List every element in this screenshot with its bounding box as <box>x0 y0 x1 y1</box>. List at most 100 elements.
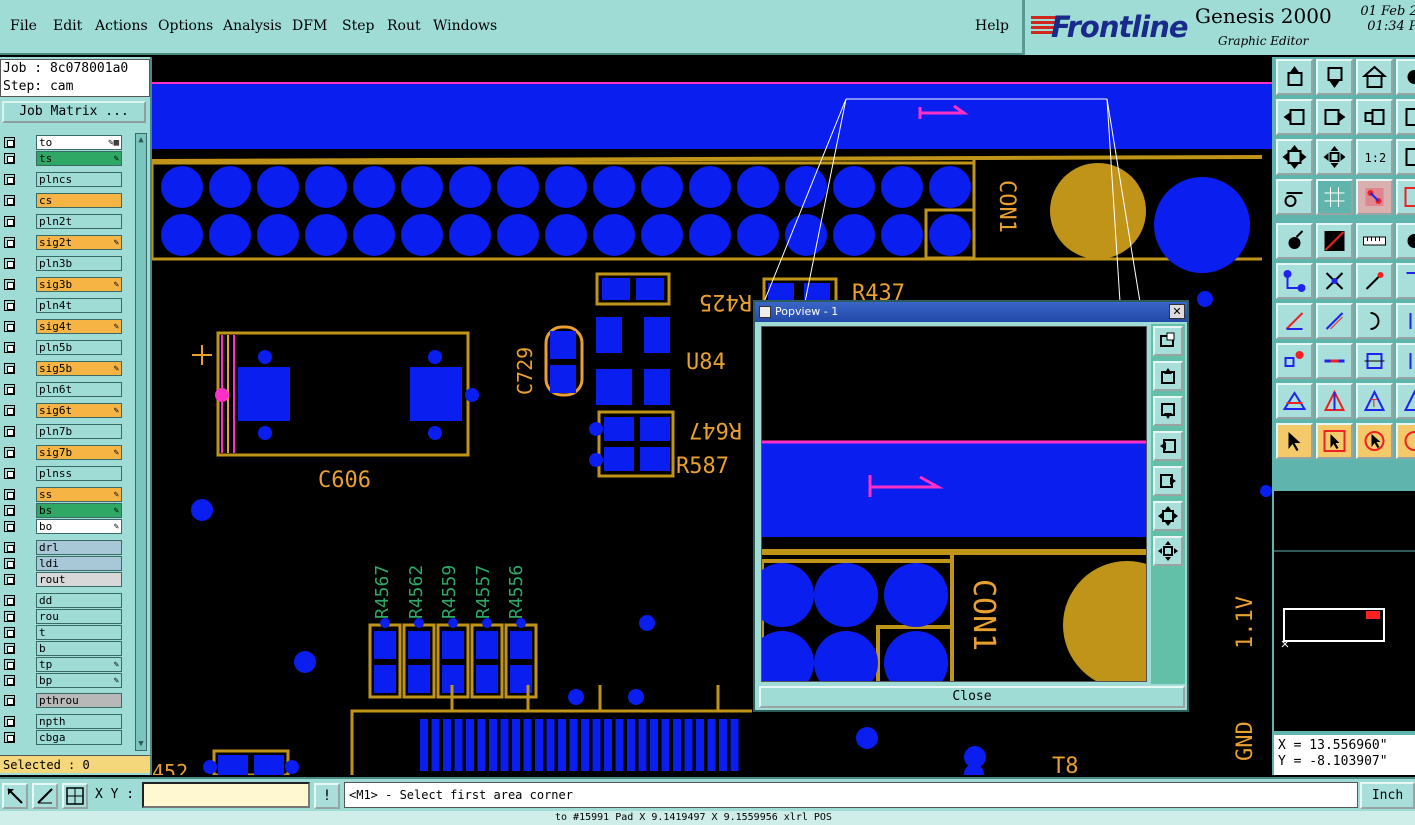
layer-name[interactable]: drl <box>36 540 122 555</box>
close-icon[interactable]: ✕ <box>1169 304 1185 319</box>
layer-name[interactable]: pln4t <box>36 298 122 313</box>
zoom-out-icon[interactable] <box>1153 536 1183 566</box>
layer-checkbox[interactable] <box>4 659 15 670</box>
tool-pointer-icon[interactable] <box>1276 423 1313 459</box>
popview-window[interactable]: Popview - 1 ✕ CON1 Close <box>753 300 1189 712</box>
layer-row[interactable]: ldi <box>2 556 122 571</box>
tool-tool-icon[interactable] <box>1396 383 1415 419</box>
layer-row[interactable]: npth <box>2 714 122 729</box>
layer-checkbox[interactable] <box>4 489 15 500</box>
layer-name[interactable]: t <box>36 625 122 640</box>
layer-name[interactable]: pln3b <box>36 256 122 271</box>
layer-checkbox[interactable] <box>4 363 15 374</box>
layer-row[interactable]: rou <box>2 609 122 624</box>
layer-checkbox[interactable] <box>4 542 15 553</box>
layer-row[interactable]: cs <box>2 193 122 208</box>
layer-name[interactable]: plncs <box>36 172 122 187</box>
layer-row[interactable]: bs ✎ <box>2 503 122 518</box>
tool-pad-icon[interactable] <box>1276 343 1313 379</box>
layer-row[interactable]: rout <box>2 572 122 587</box>
tool-measure-icon[interactable] <box>1356 343 1393 379</box>
measure-icon[interactable] <box>32 783 58 809</box>
tool-triangle-icon[interactable] <box>1276 383 1313 419</box>
layer-checkbox[interactable] <box>4 258 15 269</box>
menu-analysis[interactable]: Analysis <box>223 18 282 34</box>
layer-checkbox[interactable] <box>4 195 15 206</box>
menu-rout[interactable]: Rout <box>387 18 421 34</box>
tool-zoom-fit-icon[interactable] <box>1276 139 1313 175</box>
popview-canvas[interactable]: CON1 <box>761 326 1147 682</box>
tool-angle-icon[interactable] <box>1316 383 1353 419</box>
layer-name[interactable]: bs ✎ <box>36 503 122 518</box>
tool-connect-icon[interactable] <box>1276 263 1313 299</box>
layer-checkbox[interactable] <box>4 237 15 248</box>
layer-row[interactable]: sig5b ✎ <box>2 361 122 376</box>
layer-name[interactable]: sig7b ✎ <box>36 445 122 460</box>
layer-name[interactable]: sig3b ✎ <box>36 277 122 292</box>
tool-layers-icon[interactable] <box>1396 179 1415 215</box>
layer-row[interactable]: pln2t <box>2 214 122 229</box>
tool-tool-icon[interactable] <box>1396 223 1415 259</box>
tool-one-to-one-icon[interactable]: 1:2 <box>1356 139 1393 175</box>
layer-checkbox[interactable] <box>4 405 15 416</box>
layer-row[interactable]: bo ✎ <box>2 519 122 534</box>
layer-name[interactable]: sig4t ✎ <box>36 319 122 334</box>
layer-checkbox[interactable] <box>4 675 15 686</box>
layer-checkbox[interactable] <box>4 695 15 706</box>
menu-dfm[interactable]: DFM <box>292 18 327 34</box>
layer-row[interactable]: cbga <box>2 730 122 745</box>
layer-row[interactable]: sig7b ✎ <box>2 445 122 460</box>
tool-undo-view-icon[interactable] <box>1356 99 1393 135</box>
tool-pan-up-icon[interactable] <box>1276 59 1313 95</box>
layer-checkbox[interactable] <box>4 732 15 743</box>
layer-row[interactable]: to ✎▦ <box>2 135 122 150</box>
layer-row[interactable]: sig6t ✎ <box>2 403 122 418</box>
layer-name[interactable]: b <box>36 641 122 656</box>
layer-checkbox[interactable] <box>4 574 15 585</box>
layer-checkbox[interactable] <box>4 426 15 437</box>
layer-scrollbar[interactable]: ▲ ▼ <box>135 133 147 751</box>
tool-cross-icon[interactable] <box>1316 263 1353 299</box>
layer-name[interactable]: cbga <box>36 730 122 745</box>
popview-tool-1[interactable] <box>1153 326 1183 356</box>
job-matrix-button[interactable]: Job Matrix ... <box>2 101 146 123</box>
layer-name[interactable]: sig6t ✎ <box>36 403 122 418</box>
layer-row[interactable]: pln6t <box>2 382 122 397</box>
tool-wrench-icon[interactable] <box>1276 179 1313 215</box>
unit-button[interactable]: Inch <box>1360 782 1415 809</box>
tool-tool-icon[interactable] <box>1396 139 1415 175</box>
popview-title[interactable]: Popview - 1 <box>755 302 1187 322</box>
tool-tool-icon[interactable] <box>1396 423 1415 459</box>
layer-name[interactable]: sig5b ✎ <box>36 361 122 376</box>
layer-row[interactable]: pln5b <box>2 340 122 355</box>
tool-ruler-icon[interactable] <box>1356 223 1393 259</box>
layer-row[interactable]: pln3b <box>2 256 122 271</box>
tool-select-circle-icon[interactable] <box>1356 423 1393 459</box>
layer-row[interactable]: sig2t ✎ <box>2 235 122 250</box>
layer-name[interactable]: ldi <box>36 556 122 571</box>
cursor-mode-icon[interactable] <box>2 783 28 809</box>
layer-row[interactable]: ss ✎ <box>2 487 122 502</box>
pan-left-icon[interactable] <box>1153 431 1183 461</box>
layer-checkbox[interactable] <box>4 611 15 622</box>
layer-name[interactable]: to ✎▦ <box>36 135 122 150</box>
layer-checkbox[interactable] <box>4 384 15 395</box>
layer-row[interactable]: drl <box>2 540 122 555</box>
layer-checkbox[interactable] <box>4 447 15 458</box>
tool-tool-icon[interactable] <box>1396 303 1415 339</box>
tool-select-icon[interactable] <box>1316 423 1353 459</box>
tool-arrow-icon[interactable] <box>1356 263 1393 299</box>
layer-row[interactable]: pln4t <box>2 298 122 313</box>
layer-row[interactable]: t <box>2 625 122 640</box>
pan-up-icon[interactable] <box>1153 361 1183 391</box>
tool-pan-left-icon[interactable] <box>1276 99 1313 135</box>
menu-help[interactable]: Help <box>975 18 1009 34</box>
layer-name[interactable]: pln2t <box>36 214 122 229</box>
popview-drawing[interactable]: CON1 <box>762 327 1147 682</box>
tool-grid-icon[interactable] <box>1316 179 1353 215</box>
layer-name[interactable]: rou <box>36 609 122 624</box>
layer-row[interactable]: ts ✎ <box>2 151 122 166</box>
snap-grid-icon[interactable] <box>62 783 88 809</box>
tool-tool-icon[interactable] <box>1396 343 1415 379</box>
minimap-drawing[interactable] <box>1274 491 1415 731</box>
